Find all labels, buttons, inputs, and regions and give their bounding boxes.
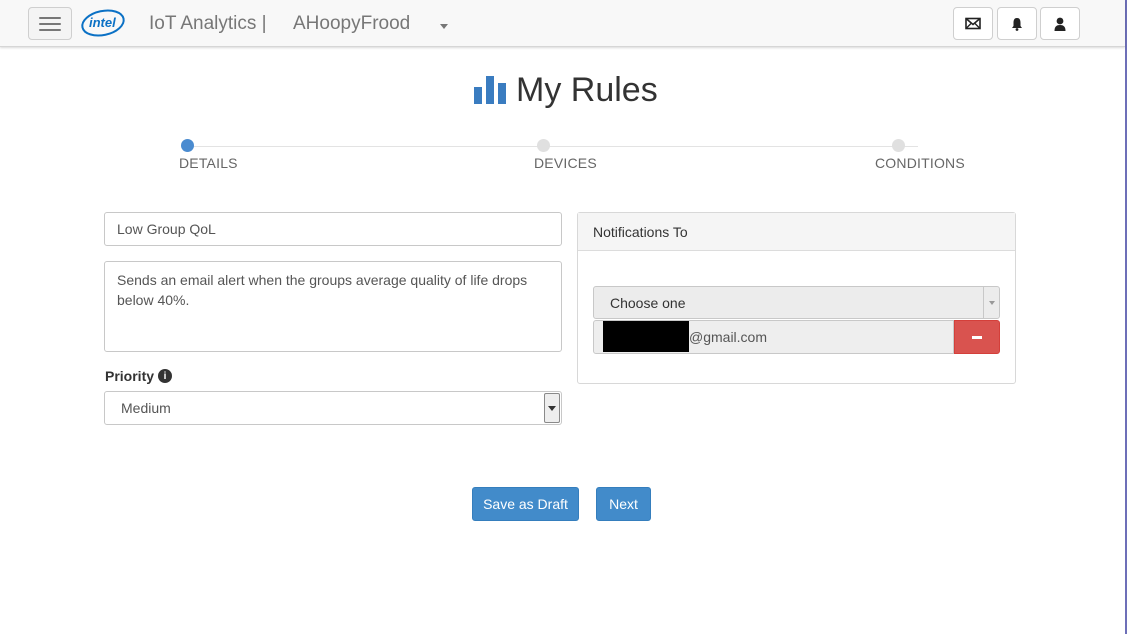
chevron-down-icon[interactable] [983, 287, 999, 318]
notifications-button[interactable] [997, 7, 1037, 40]
email-recipient-row: @gmail.com [593, 320, 1000, 354]
step-dot-devices[interactable] [537, 139, 550, 152]
save-as-draft-button[interactable]: Save as Draft [472, 487, 579, 521]
step-dot-details[interactable] [181, 139, 194, 152]
bar-chart-icon [474, 76, 506, 104]
envelope-icon [965, 17, 981, 30]
app-brand[interactable]: IoT Analytics | [149, 13, 267, 35]
remove-recipient-button[interactable] [954, 320, 1000, 354]
wizard-progress-line [188, 146, 918, 147]
dropdown-arrow-icon[interactable] [544, 393, 560, 423]
notifications-header: Notifications To [578, 213, 1015, 251]
svg-text:intel: intel [89, 15, 116, 30]
messages-button[interactable] [953, 7, 993, 40]
page-header: My Rules [474, 68, 658, 112]
user-icon [1054, 17, 1066, 31]
rule-description-textarea[interactable]: Sends an email alert when the groups ave… [104, 261, 562, 352]
step-label-devices[interactable]: DEVICES [534, 155, 597, 171]
step-dot-conditions[interactable] [892, 139, 905, 152]
account-selector[interactable]: AHoopyFrood [293, 13, 410, 35]
notifications-panel: Notifications To Choose one @gmail.com [577, 212, 1016, 384]
step-label-conditions[interactable]: CONDITIONS [875, 155, 965, 171]
bell-icon [1012, 17, 1022, 31]
redacted-block [603, 321, 689, 352]
top-navbar: intel IoT Analytics | AHoopyFrood [0, 0, 1125, 47]
minus-icon [972, 335, 982, 339]
step-label-details[interactable]: DETAILS [179, 155, 238, 171]
notification-recipient-select[interactable]: Choose one [593, 286, 1000, 319]
chevron-down-icon[interactable] [440, 24, 448, 29]
rule-name-input[interactable]: Low Group QoL [104, 212, 562, 246]
page-title: My Rules [516, 70, 658, 109]
next-button[interactable]: Next [596, 487, 651, 521]
user-menu-button[interactable] [1040, 7, 1080, 40]
priority-label: Priority i [105, 368, 173, 384]
intel-logo[interactable]: intel [80, 8, 126, 38]
hamburger-icon [39, 16, 61, 19]
priority-select[interactable]: Medium [104, 391, 562, 425]
menu-toggle-button[interactable] [28, 7, 72, 40]
info-icon[interactable]: i [158, 369, 173, 383]
